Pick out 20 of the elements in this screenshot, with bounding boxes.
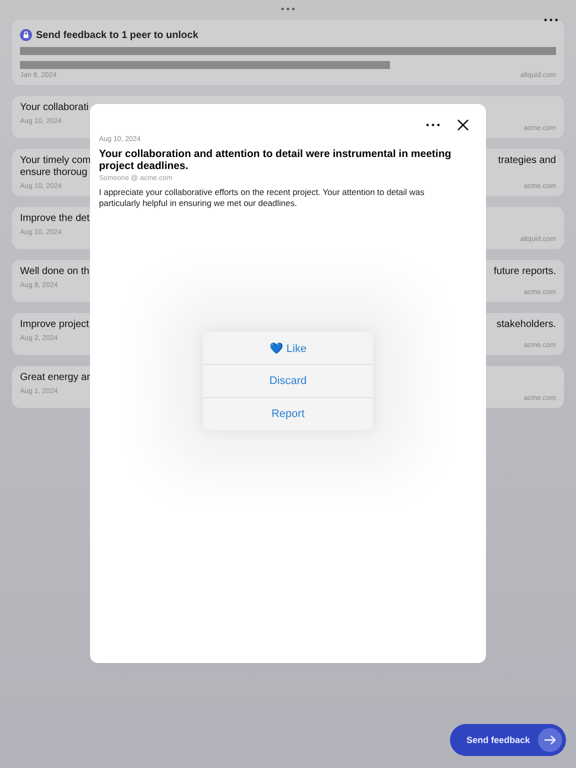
feedback-body: I appreciate your collaborative efforts on the recent project. Your attention to detail was particularly helpful in ensuring we met our deadlines. <box>99 187 426 209</box>
feedback-title: trategies and <box>498 155 556 167</box>
feedback-title: Well done on th <box>20 266 90 278</box>
action-menu-item[interactable]: 💙 Like <box>203 332 373 364</box>
more-icon[interactable] <box>544 18 558 22</box>
feedback-title: Improve project <box>20 319 90 331</box>
feedback-title: Improve the det <box>20 213 90 225</box>
action-menu-item[interactable]: Discard <box>203 365 373 397</box>
feedback-title: Your collaboration and attention to detail were instrumental in meeting project deadlines. <box>99 148 452 172</box>
feedback-title: Your collaborati <box>20 102 90 114</box>
feedback-title: future reports. <box>494 266 556 278</box>
more-icon[interactable] <box>426 123 440 127</box>
feedback-title: Your timely com <box>20 155 92 167</box>
send-feedback-button[interactable]: Send feedback <box>450 724 566 756</box>
unlock-message: Send feedback to 1 peer to unlock <box>36 30 198 40</box>
feedback-title: stakeholders. <box>496 319 556 331</box>
feedback-title: ensure thoroug <box>20 167 88 179</box>
lock-icon <box>20 29 32 41</box>
close-icon[interactable] <box>457 119 469 131</box>
action-menu-item[interactable]: Report <box>203 398 373 430</box>
